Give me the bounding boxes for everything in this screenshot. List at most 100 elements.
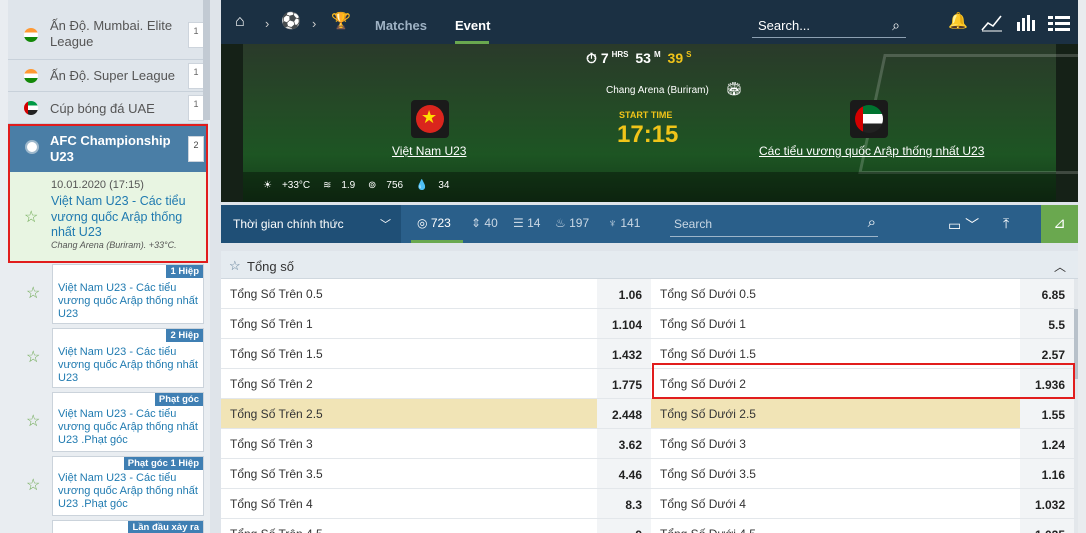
odds-value[interactable]: 1.24	[1020, 429, 1074, 458]
soccer-ball-icon[interactable]: ⚽	[281, 12, 301, 32]
submarket-item[interactable]: Phạt góc 1 Hiệp Việt Nam U23 - Các tiểu …	[52, 456, 204, 516]
matches-link[interactable]: Matches	[375, 18, 427, 33]
under-outcome[interactable]: Tổng Số Dưới 3 1.24	[651, 429, 1074, 458]
odds-value[interactable]: 9	[597, 519, 651, 533]
league-item-uae-cup[interactable]: Cúp bóng đá UAE 1	[8, 92, 208, 124]
start-time-label: START TIME	[619, 110, 673, 120]
india-flag-icon	[24, 28, 38, 42]
odds-value[interactable]: 5.5	[1020, 309, 1074, 338]
filter-sort[interactable]: ⇕ 40	[471, 216, 498, 230]
odds-value[interactable]: 1.025	[1020, 519, 1074, 533]
submarket-item[interactable]: 1 Hiệp Việt Nam U23 - Các tiểu vương quố…	[52, 264, 204, 324]
filter-cup[interactable]: ♆ 141	[608, 216, 640, 230]
bar-chart-icon[interactable]	[1016, 14, 1036, 32]
search-placeholder: Search...	[758, 18, 811, 33]
submarket-item[interactable]: Lần đầu xảy ra	[52, 520, 204, 533]
over-outcome[interactable]: Tổng Số Trên 2.5 2.448	[221, 399, 651, 428]
search-input[interactable]: Search... ⌕	[752, 14, 906, 38]
league-item-mumbai[interactable]: Ấn Độ. Mumbai. Elite League 1	[8, 0, 208, 60]
over-outcome[interactable]: Tổng Số Trên 4.5 9	[221, 519, 651, 533]
market-row: Tổng Số Trên 4.5 9 Tổng Số Dưới 4.5 1.025	[221, 519, 1074, 533]
over-outcome[interactable]: Tổng Số Trên 4 8.3	[221, 489, 651, 518]
chart-toggle-icon[interactable]: ⊿	[1041, 205, 1078, 243]
under-outcome[interactable]: Tổng Số Dưới 2.5 1.55	[651, 399, 1074, 428]
chevron-right-icon: ›	[265, 16, 270, 31]
timer-hours: 7	[600, 50, 609, 66]
timer-seconds: 39	[667, 50, 684, 66]
under-outcome[interactable]: Tổng Số Dưới 4.5 1.025	[651, 519, 1074, 533]
bell-icon[interactable]: 🔔	[948, 12, 968, 32]
market-row: Tổng Số Trên 3 3.62 Tổng Số Dưới 3 1.24	[221, 429, 1074, 459]
away-team-name[interactable]: Các tiểu vương quốc Arập thống nhất U23	[759, 144, 984, 158]
odds-value[interactable]: 2.448	[597, 399, 651, 428]
filter-stats[interactable]: ☰ 14	[513, 216, 540, 230]
star-icon[interactable]: ☆	[26, 478, 40, 494]
home-team-name[interactable]: Việt Nam U23	[392, 144, 466, 158]
filter-hot[interactable]: ♨ 197	[555, 216, 589, 230]
search-icon[interactable]: ⌕	[868, 214, 876, 231]
odds-value[interactable]: 1.032	[1020, 489, 1074, 518]
submarket-title[interactable]: Việt Nam U23 - Các tiểu vương quốc Arập …	[58, 408, 201, 447]
layout-icon[interactable]: ▭ ﹀	[948, 215, 979, 235]
odds-value[interactable]: 1.432	[597, 339, 651, 368]
target-icon: ◎	[417, 216, 428, 230]
over-outcome[interactable]: Tổng Số Trên 2 1.775	[221, 369, 651, 398]
over-outcome[interactable]: Tổng Số Trên 1 1.104	[221, 309, 651, 338]
line-chart-icon[interactable]	[981, 14, 1003, 32]
submarket-item[interactable]: Phạt góc Việt Nam U23 - Các tiểu vương q…	[52, 392, 204, 452]
over-outcome[interactable]: Tổng Số Trên 3 3.62	[221, 429, 651, 458]
event-link[interactable]: Event	[455, 18, 490, 33]
over-outcome[interactable]: Tổng Số Trên 0.5 1.06	[221, 279, 651, 308]
submarket-tag: Phạt góc	[154, 393, 203, 406]
star-icon[interactable]: ☆	[26, 286, 40, 302]
filter-all[interactable]: ◎ 723	[417, 216, 451, 230]
submarket-title[interactable]: Việt Nam U23 - Các tiểu vương quốc Arập …	[58, 282, 201, 321]
weather-info: ☀ +33°C ≋ 1.9 ⊚ 756 💧 34	[263, 180, 459, 191]
vietnam-flag-icon	[416, 105, 444, 133]
submarket-tag: 1 Hiệp	[166, 265, 203, 278]
submarket-tag: Lần đầu xảy ra	[128, 521, 203, 533]
submarket-title[interactable]: Việt Nam U23 - Các tiểu vương quốc Arập …	[58, 346, 201, 385]
sidebar-scrollbar[interactable]	[203, 0, 210, 120]
odds-value[interactable]: 1.775	[597, 369, 651, 398]
under-outcome[interactable]: Tổng Số Dưới 0.5 6.85	[651, 279, 1074, 308]
over-outcome[interactable]: Tổng Số Trên 3.5 4.46	[221, 459, 651, 488]
odds-value[interactable]: 1.06	[597, 279, 651, 308]
home-icon[interactable]: ⌂	[235, 12, 245, 32]
star-icon[interactable]: ☆	[26, 350, 40, 366]
star-icon[interactable]: ☆	[26, 414, 40, 430]
under-outcome[interactable]: Tổng Số Dưới 4 1.032	[651, 489, 1074, 518]
under-outcome[interactable]: Tổng Số Dưới 1 5.5	[651, 309, 1074, 338]
trophy-icon[interactable]: 🏆	[331, 12, 351, 32]
market-header[interactable]: ☆ Tổng số ︿	[221, 251, 1078, 279]
sun-icon: ☀	[263, 180, 272, 191]
fire-icon: ♨	[555, 216, 566, 230]
over-outcome[interactable]: Tổng Số Trên 1.5 1.432	[221, 339, 651, 368]
outcome-label: Tổng Số Trên 4.5	[230, 527, 323, 533]
odds-value[interactable]: 4.46	[597, 459, 651, 488]
submarket-title[interactable]: Việt Nam U23 - Các tiểu vương quốc Arập …	[58, 472, 201, 511]
period-select[interactable]: Thời gian chính thức ﹀	[221, 205, 401, 243]
odds-value[interactable]: 1.16	[1020, 459, 1074, 488]
market-search-placeholder: Search	[674, 217, 713, 231]
under-outcome[interactable]: Tổng Số Dưới 3.5 1.16	[651, 459, 1074, 488]
market-search-input[interactable]: Search ⌕	[670, 211, 878, 237]
arena-name: Chang Arena (Buriram)	[606, 85, 709, 96]
uae-flag-icon	[24, 101, 38, 115]
odds-value[interactable]: 1.104	[597, 309, 651, 338]
odds-value[interactable]: 6.85	[1020, 279, 1074, 308]
odds-value[interactable]: 8.3	[597, 489, 651, 518]
list-icon[interactable]	[1048, 15, 1070, 33]
submarket-item[interactable]: 2 Hiệp Việt Nam U23 - Các tiểu vương quố…	[52, 328, 204, 388]
league-item-super-league[interactable]: Ấn Độ. Super League 1	[8, 60, 208, 92]
odds-value[interactable]: 1.55	[1020, 399, 1074, 428]
chevron-up-icon[interactable]: ︿	[1054, 258, 1066, 275]
search-icon[interactable]: ⌕	[892, 17, 900, 34]
market-row: Tổng Số Trên 3.5 4.46 Tổng Số Dưới 3.5 1.16	[221, 459, 1074, 489]
collapse-icon[interactable]: ⤒	[1003, 215, 1009, 232]
humidity-icon: 💧	[415, 180, 429, 191]
chevron-down-icon: ﹀	[380, 219, 391, 231]
start-time: 17:15	[617, 121, 679, 148]
odds-value[interactable]: 3.62	[597, 429, 651, 458]
star-icon[interactable]: ☆	[229, 258, 241, 274]
